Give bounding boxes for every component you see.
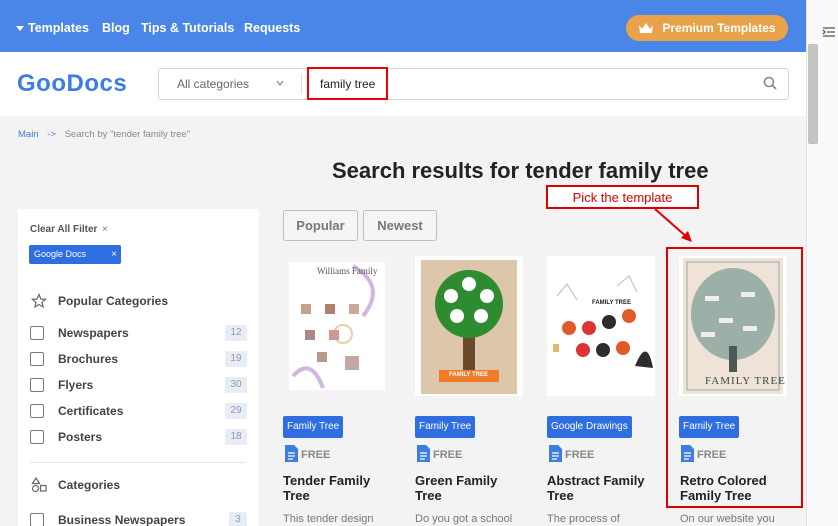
free-label: FREE [433, 449, 463, 461]
breadcrumb-home[interactable]: Main [18, 129, 39, 140]
filter-label: Business Newspapers [58, 513, 186, 526]
thumb-title: Williams Family [317, 266, 378, 276]
filter-newspapers[interactable]: Newspapers 12 [30, 325, 247, 341]
search-highlight-box [307, 67, 388, 100]
thumb-title: FAMILY TREE [592, 300, 632, 306]
categories-shapes-icon [31, 477, 47, 493]
checkbox[interactable] [30, 404, 44, 418]
filter-chip-google-docs[interactable]: Google Docs × [29, 245, 121, 264]
template-thumbnail[interactable] [283, 256, 391, 396]
filter-business-newspapers[interactable]: Business Newspapers 3 [30, 512, 247, 526]
search-divider [301, 74, 302, 94]
template-title[interactable]: Green Family Tree [415, 473, 535, 503]
chip-close-icon[interactable]: × [111, 245, 117, 264]
filter-count: 19 [225, 351, 247, 367]
category-tag[interactable]: Google Drawings [547, 416, 632, 438]
title-line-2: Tree [547, 488, 574, 503]
thumb-title: FAMILY TREE [449, 372, 489, 378]
template-description: The process of [547, 513, 620, 525]
filter-label: Posters [58, 430, 103, 444]
checkbox[interactable] [30, 326, 44, 340]
sidebar-divider [30, 462, 245, 463]
sort-popular-button[interactable]: Popular [283, 210, 358, 241]
breadcrumb-separator: -> [47, 129, 56, 140]
nav-blog[interactable]: Blog [102, 21, 130, 35]
scrollbar-thumb[interactable] [808, 44, 818, 144]
templates-caret-icon[interactable] [16, 26, 24, 31]
checkbox[interactable] [30, 430, 44, 444]
chip-label: Google Docs [34, 249, 87, 259]
template-title[interactable]: Abstract Family Tree [547, 473, 667, 503]
sort-newest-button[interactable]: Newest [363, 210, 437, 241]
search-bar [158, 68, 789, 100]
popular-categories-heading: Popular Categories [58, 294, 169, 308]
clear-filter-close-icon[interactable]: × [102, 224, 108, 235]
filter-count: 29 [225, 403, 247, 419]
goodocs-logo[interactable]: GooDocs [17, 70, 127, 98]
panel-toggle-icon[interactable] [822, 26, 836, 38]
template-description: Do you got a school [415, 513, 513, 525]
title-line-2: Tree [415, 488, 442, 503]
page-title: Search results for tender family tree [332, 158, 709, 183]
nav-requests[interactable]: Requests [244, 21, 300, 35]
nav-templates[interactable]: Templates [28, 21, 89, 35]
template-thumbnail[interactable] [547, 256, 655, 396]
checkbox[interactable] [30, 378, 44, 392]
filter-certificates[interactable]: Certificates 29 [30, 403, 247, 419]
template-description: On our website you [680, 513, 775, 525]
title-line-2: Tree [283, 488, 310, 503]
category-tag[interactable]: Family Tree [283, 416, 344, 438]
category-tag[interactable]: Family Tree [415, 416, 476, 438]
clear-all-filter[interactable]: Clear All Filter [30, 224, 97, 235]
categories-heading: Categories [58, 478, 121, 492]
category-select[interactable]: All categories [177, 77, 249, 91]
google-docs-icon [549, 445, 562, 462]
filter-posters[interactable]: Posters 18 [30, 429, 247, 445]
filter-label: Flyers [58, 378, 94, 392]
crown-icon [639, 23, 654, 33]
filter-count: 3 [229, 512, 247, 526]
title-line-1: Abstract Family [547, 473, 645, 488]
breadcrumb: Main -> Search by "tender family tree" [18, 129, 190, 140]
star-icon [31, 293, 47, 309]
selected-card-highlight [666, 247, 803, 508]
filter-flyers[interactable]: Flyers 30 [30, 377, 247, 393]
premium-templates-button[interactable]: Premium Templates [626, 15, 788, 41]
search-icon[interactable] [763, 76, 777, 90]
filter-count: 18 [225, 429, 247, 445]
free-label: FREE [301, 449, 331, 461]
free-label: FREE [565, 449, 595, 461]
filter-label: Newspapers [58, 326, 129, 340]
nav-tips-tutorials[interactable]: Tips & Tutorials [141, 21, 234, 35]
abstract-tree-preview [553, 275, 653, 368]
title-line-1: Tender Family [283, 473, 371, 488]
chevron-down-icon[interactable] [276, 79, 284, 87]
filter-count: 12 [225, 325, 247, 341]
tender-tree-preview [289, 262, 385, 390]
checkbox[interactable] [30, 513, 44, 526]
breadcrumb-current: Search by "tender family tree" [64, 129, 191, 140]
filter-label: Brochures [58, 352, 119, 366]
annotation-label: Pick the template [546, 185, 699, 209]
premium-label: Premium Templates [662, 21, 776, 35]
title-line-1: Green Family [415, 473, 498, 488]
checkbox[interactable] [30, 352, 44, 366]
google-docs-icon [285, 445, 298, 462]
google-docs-icon [417, 445, 430, 462]
template-description: This tender design [283, 513, 374, 525]
filter-brochures[interactable]: Brochures 19 [30, 351, 247, 367]
filter-count: 30 [225, 377, 247, 393]
template-title[interactable]: Tender Family Tree [283, 473, 403, 503]
filter-label: Certificates [58, 404, 124, 418]
